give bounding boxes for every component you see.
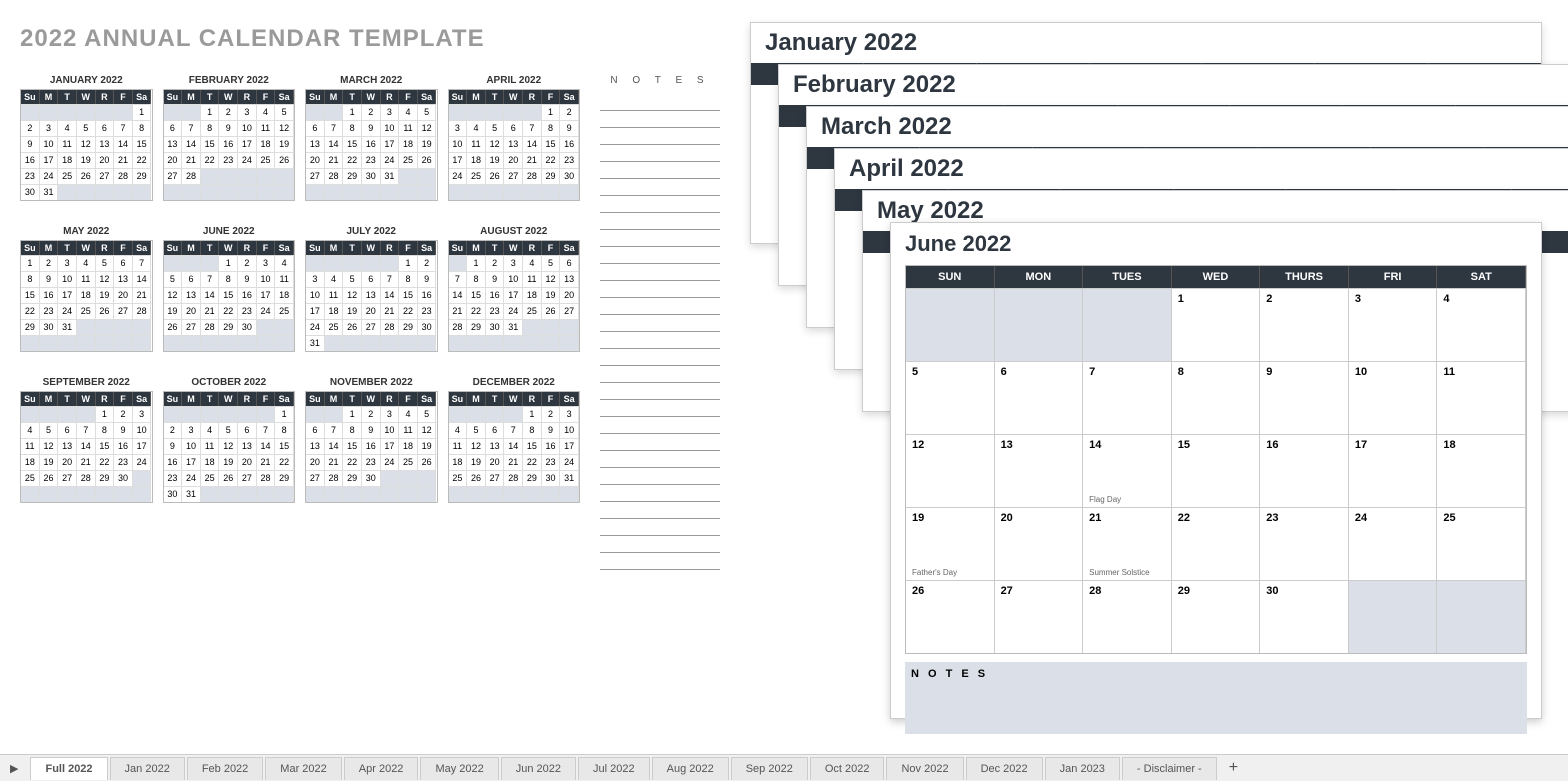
- calendar-day-cell[interactable]: 3: [1349, 288, 1438, 361]
- notes-line[interactable]: [600, 213, 720, 230]
- tab-nav-icon[interactable]: ▶: [10, 762, 18, 775]
- calendar-day-cell[interactable]: [1349, 580, 1438, 653]
- calendar-day-cell[interactable]: 23: [1260, 507, 1349, 580]
- mini-calendar: JULY 2022SuMTWRFSa1234567891011121314151…: [305, 226, 438, 352]
- sheet-tabs: ▶ Full 2022Jan 2022Feb 2022Mar 2022Apr 2…: [0, 754, 1568, 781]
- calendar-day-cell[interactable]: 12: [906, 434, 995, 507]
- notes-line[interactable]: [600, 417, 720, 434]
- mini-calendar: JANUARY 2022SuMTWRFSa1234567891011121314…: [20, 75, 153, 201]
- notes-line[interactable]: [600, 196, 720, 213]
- mini-calendar: APRIL 2022SuMTWRFSa123456789101112131415…: [448, 75, 581, 201]
- mini-calendar: DECEMBER 2022SuMTWRFSa123456789101112131…: [448, 377, 581, 503]
- sheet-tab[interactable]: Jan 2022: [110, 757, 185, 780]
- calendar-day-cell[interactable]: 21Summer Solstice: [1083, 507, 1172, 580]
- calendar-day-cell[interactable]: [906, 288, 995, 361]
- notes-line[interactable]: [600, 400, 720, 417]
- june-notes[interactable]: N O T E S: [905, 662, 1527, 734]
- notes-line[interactable]: [600, 111, 720, 128]
- notes-line[interactable]: [600, 298, 720, 315]
- page-title: 2022 ANNUAL CALENDAR TEMPLATE: [20, 25, 485, 53]
- sheet-tab[interactable]: Aug 2022: [652, 757, 729, 780]
- june-detail-card: June 2022SUNMONTUESWEDTHURSFRISAT1234567…: [890, 222, 1542, 719]
- mini-calendar: OCTOBER 2022SuMTWRFSa1234567891011121314…: [163, 377, 296, 503]
- notes-line[interactable]: [600, 536, 720, 553]
- notes-line[interactable]: [600, 519, 720, 536]
- sheet-tab[interactable]: Apr 2022: [344, 757, 419, 780]
- notes-column: N O T E S: [600, 75, 720, 570]
- notes-line[interactable]: [600, 281, 720, 298]
- notes-line[interactable]: [600, 230, 720, 247]
- calendar-day-cell[interactable]: 10: [1349, 361, 1438, 434]
- calendar-day-cell[interactable]: 2: [1260, 288, 1349, 361]
- calendar-day-cell[interactable]: 28: [1083, 580, 1172, 653]
- notes-line[interactable]: [600, 94, 720, 111]
- calendar-day-cell[interactable]: 24: [1349, 507, 1438, 580]
- notes-line[interactable]: [600, 383, 720, 400]
- notes-line[interactable]: [600, 162, 720, 179]
- calendar-day-cell[interactable]: [1437, 580, 1526, 653]
- mini-calendar: AUGUST 2022SuMTWRFSa12345678910111213141…: [448, 226, 581, 352]
- notes-line[interactable]: [600, 468, 720, 485]
- calendar-day-cell[interactable]: 16: [1260, 434, 1349, 507]
- calendar-day-cell[interactable]: 27: [995, 580, 1084, 653]
- calendar-day-cell[interactable]: 14Flag Day: [1083, 434, 1172, 507]
- sheet-tab[interactable]: Sep 2022: [731, 757, 808, 780]
- calendar-day-cell[interactable]: 4: [1437, 288, 1526, 361]
- calendar-day-cell[interactable]: [995, 288, 1084, 361]
- calendar-day-cell[interactable]: 15: [1172, 434, 1261, 507]
- notes-line[interactable]: [600, 553, 720, 570]
- notes-line[interactable]: [600, 247, 720, 264]
- sheet-tab[interactable]: Feb 2022: [187, 757, 263, 780]
- calendar-day-cell[interactable]: 13: [995, 434, 1084, 507]
- sheet-tab[interactable]: Oct 2022: [810, 757, 885, 780]
- sheet-tab[interactable]: May 2022: [420, 757, 498, 780]
- mini-calendar: MARCH 2022SuMTWRFSa123456789101112131415…: [305, 75, 438, 201]
- mini-calendar: MAY 2022SuMTWRFSa12345678910111213141516…: [20, 226, 153, 352]
- calendar-day-cell[interactable]: 9: [1260, 361, 1349, 434]
- calendar-day-cell[interactable]: 25: [1437, 507, 1526, 580]
- notes-line[interactable]: [600, 451, 720, 468]
- sheet-tab[interactable]: Jan 2023: [1045, 757, 1120, 780]
- mini-calendar: SEPTEMBER 2022SuMTWRFSa12345678910111213…: [20, 377, 153, 503]
- notes-line[interactable]: [600, 128, 720, 145]
- calendar-day-cell[interactable]: 18: [1437, 434, 1526, 507]
- calendar-day-cell[interactable]: 20: [995, 507, 1084, 580]
- sheet-tab[interactable]: Full 2022: [30, 757, 107, 780]
- notes-line[interactable]: [600, 502, 720, 519]
- calendar-day-cell[interactable]: 17: [1349, 434, 1438, 507]
- notes-line[interactable]: [600, 179, 720, 196]
- mini-calendar: JUNE 2022SuMTWRFSa1234567891011121314151…: [163, 226, 296, 352]
- calendar-day-cell[interactable]: 1: [1172, 288, 1261, 361]
- calendar-day-cell[interactable]: 11: [1437, 361, 1526, 434]
- calendar-day-cell[interactable]: 8: [1172, 361, 1261, 434]
- notes-line[interactable]: [600, 366, 720, 383]
- sheet-tab[interactable]: Jul 2022: [578, 757, 650, 780]
- calendar-day-cell[interactable]: [1083, 288, 1172, 361]
- notes-line[interactable]: [600, 315, 720, 332]
- notes-line[interactable]: [600, 485, 720, 502]
- notes-line[interactable]: [600, 434, 720, 451]
- calendar-day-cell[interactable]: 5: [906, 361, 995, 434]
- mini-calendar: FEBRUARY 2022SuMTWRFSa123456789101112131…: [163, 75, 296, 201]
- sheet-tab[interactable]: Mar 2022: [265, 757, 341, 780]
- sheet-tab[interactable]: Jun 2022: [501, 757, 576, 780]
- notes-line[interactable]: [600, 145, 720, 162]
- notes-line[interactable]: [600, 332, 720, 349]
- calendar-day-cell[interactable]: 7: [1083, 361, 1172, 434]
- calendar-day-cell[interactable]: 22: [1172, 507, 1261, 580]
- sheet-tab[interactable]: Nov 2022: [886, 757, 963, 780]
- calendar-day-cell[interactable]: 29: [1172, 580, 1261, 653]
- calendar-day-cell[interactable]: 26: [906, 580, 995, 653]
- annual-calendar-grid: JANUARY 2022SuMTWRFSa1234567891011121314…: [20, 75, 580, 528]
- sheet-tab[interactable]: - Disclaimer -: [1122, 757, 1217, 780]
- notes-line[interactable]: [600, 264, 720, 281]
- notes-title: N O T E S: [600, 75, 720, 86]
- calendar-day-cell[interactable]: 6: [995, 361, 1084, 434]
- mini-calendar: NOVEMBER 2022SuMTWRFSa123456789101112131…: [305, 377, 438, 503]
- sheet-tab[interactable]: Dec 2022: [966, 757, 1043, 780]
- calendar-day-cell[interactable]: 19Father's Day: [906, 507, 995, 580]
- notes-line[interactable]: [600, 349, 720, 366]
- add-sheet-button[interactable]: +: [1219, 759, 1248, 777]
- calendar-day-cell[interactable]: 30: [1260, 580, 1349, 653]
